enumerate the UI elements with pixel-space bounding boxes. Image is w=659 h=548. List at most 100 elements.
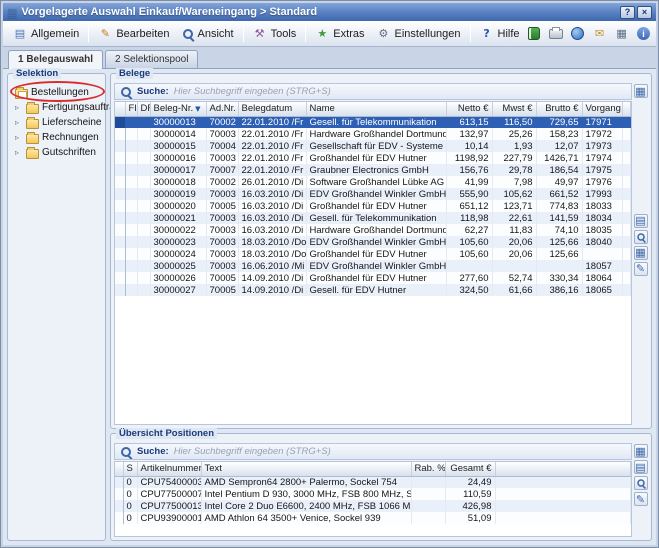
menu-item-label: Bearbeiten [116, 28, 169, 40]
table-row[interactable]: 300000207000516.03.2010 /DiGroßhandel fü… [115, 200, 631, 212]
column-header-brutto[interactable]: Brutto € [536, 102, 582, 116]
table-row[interactable]: 300000257000316.06.2010 /MiEDV Großhande… [115, 260, 631, 272]
cell [125, 116, 137, 128]
sidebar-item-gutschriften[interactable]: ▹Gutschriften [11, 145, 102, 160]
cell: 1198,92 [446, 152, 492, 164]
menu-item-einstellungen[interactable]: ⚙Einstellungen [370, 25, 466, 43]
grid-button[interactable]: ▦ [634, 444, 648, 458]
expand-arrow-icon: ▹ [15, 149, 23, 157]
table-row[interactable]: 300000177000722.01.2010 /FrGraubner Elec… [115, 164, 631, 176]
column-header-belegdatum[interactable]: Belegdatum [238, 102, 306, 116]
table-row[interactable]: 300000247000318.03.2010 /DoGroßhandel fü… [115, 248, 631, 260]
table-row[interactable]: 300000147000322.01.2010 /FrHardware Groß… [115, 128, 631, 140]
table-row[interactable]: 300000197000316.03.2010 /DiEDV Großhande… [115, 188, 631, 200]
info-button[interactable]: i [636, 26, 652, 41]
grid-button[interactable]: ▦ [634, 84, 648, 98]
row-indicator [115, 500, 123, 512]
cell-filler [622, 224, 631, 236]
menu-item-tools[interactable]: ⚒Tools [247, 25, 303, 43]
menu-item-ansicht[interactable]: Ansicht [176, 25, 240, 43]
cell: 132,97 [446, 128, 492, 140]
edit-icon: ✎ [636, 263, 645, 274]
cell: 30000020 [150, 200, 206, 212]
row-indicator [115, 488, 123, 500]
book-button[interactable] [526, 26, 542, 41]
cell: 18057 [582, 260, 622, 272]
column-header-artikelnummer[interactable]: Artikelnummer [137, 462, 201, 476]
table-row[interactable]: 300000217000316.03.2010 /DiGesell. für T… [115, 212, 631, 224]
table-row[interactable]: 0CPU75400003AMD Sempron64 2800+ Palermo,… [115, 476, 631, 488]
table-row[interactable]: 300000167000322.01.2010 /FrGroßhandel fü… [115, 152, 631, 164]
table-row[interactable]: 300000157000422.01.2010 /FrGesellschaft … [115, 140, 631, 152]
search-button[interactable] [634, 476, 648, 490]
menu-item-bearbeiten[interactable]: ✎Bearbeiten [92, 25, 175, 43]
sidebar-item-lieferscheine[interactable]: ▹Lieferscheine [11, 115, 102, 130]
cell [125, 284, 137, 296]
globe-icon [571, 27, 584, 40]
globe-button[interactable] [570, 26, 586, 41]
column-header-gesamt[interactable]: Gesamt € [445, 462, 495, 476]
column-header-s[interactable]: S [123, 462, 137, 476]
belege-search-bar[interactable]: Suche: Hier Suchbegriff eingeben (STRG+S… [114, 83, 632, 100]
edit-button[interactable]: ✎ [634, 262, 648, 276]
grid-button[interactable]: ▦ [634, 246, 648, 260]
sidebar-item-fertigungsauftr-ge[interactable]: ▹Fertigungsaufträge [11, 100, 102, 115]
column-header-text[interactable]: Text [201, 462, 411, 476]
cell: 70003 [206, 152, 238, 164]
column-header-ad-nr[interactable]: Ad.Nr. [206, 102, 238, 116]
edit-icon: ✎ [636, 494, 645, 505]
table-row[interactable]: 300000227000316.03.2010 /DiHardware Groß… [115, 224, 631, 236]
grid-icon: ▦ [635, 446, 645, 457]
cell: 22.01.2010 /Fr [238, 152, 306, 164]
cell: 25,26 [492, 128, 536, 140]
list-button[interactable]: ▤ [634, 214, 648, 228]
table-row[interactable]: 300000277000514.09.2010 /DiGesell. für E… [115, 284, 631, 296]
table-row[interactable]: 0CPU93900001AMD Athlon 64 3500+ Venice, … [115, 512, 631, 524]
cell: 17993 [582, 188, 622, 200]
column-header-beleg-nr[interactable]: Beleg-Nr.▼ [150, 102, 206, 116]
tab-1-belegauswahl[interactable]: 1 Belegauswahl [8, 50, 103, 69]
titlebar[interactable]: ▤ Vorgelagerte Auswahl Einkauf/Wareneing… [3, 3, 656, 21]
column-header-fi[interactable]: FI [125, 102, 137, 116]
cell: 186,54 [536, 164, 582, 176]
search-button[interactable] [634, 230, 648, 244]
column-header-netto[interactable]: Netto € [446, 102, 492, 116]
menu-item-hilfe[interactable]: ?Hilfe [474, 25, 526, 43]
close-button[interactable]: × [637, 6, 652, 19]
sidebar-item-rechnungen[interactable]: ▹Rechnungen [11, 130, 102, 145]
sidebar-item-bestellungen[interactable]: Bestellungen [11, 85, 102, 100]
cell [137, 272, 150, 284]
mail-button[interactable]: ✉ [592, 26, 608, 41]
column-header-dr[interactable]: DR [137, 102, 150, 116]
table-row[interactable]: 300000267000514.09.2010 /DiGroßhandel fü… [115, 272, 631, 284]
table-row[interactable]: 300000187000226.01.2010 /DiSoftware Groß… [115, 176, 631, 188]
column-header-mwst[interactable]: Mwst € [492, 102, 536, 116]
help-button[interactable]: ? [620, 6, 635, 19]
window-frame: ▤ Vorgelagerte Auswahl Einkauf/Wareneing… [3, 3, 656, 545]
edit-button[interactable]: ✎ [634, 492, 648, 506]
cell: 227,79 [492, 152, 536, 164]
cell: 30000024 [150, 248, 206, 260]
column-header-vorgang[interactable]: Vorgang [582, 102, 622, 116]
table-row[interactable]: 300000137000222.01.2010 /FrGesell. für T… [115, 116, 631, 128]
grid-icon: ▦ [635, 86, 645, 97]
tree-item-label: Rechnungen [42, 132, 99, 143]
table-row[interactable]: 0CPU77500007Intel Pentium D 930, 3000 MH… [115, 488, 631, 500]
positionen-search-bar[interactable]: Suche: Hier Suchbegriff eingeben (STRG+S… [114, 443, 632, 460]
column-header-rab[interactable]: Rab. % [411, 462, 445, 476]
cell [137, 128, 150, 140]
list-button[interactable]: ▤ [634, 460, 648, 474]
menu-item-allgemein[interactable]: ▤Allgemein [7, 25, 85, 43]
search-icon [120, 446, 132, 458]
table-row[interactable]: 300000237000318.03.2010 /DoEDV Großhande… [115, 236, 631, 248]
printer-button[interactable] [548, 26, 564, 41]
column-header-name[interactable]: Name [306, 102, 446, 116]
cell: 30000013 [150, 116, 206, 128]
cell: 29,78 [492, 164, 536, 176]
tab-2-selektionspool[interactable]: 2 Selektionspool [105, 50, 198, 68]
menu-item-extras[interactable]: ★Extras [309, 25, 370, 43]
calculator-button[interactable]: ▦ [614, 26, 630, 41]
table-row[interactable]: 0CPU77500013Intel Core 2 Duo E6600, 2400… [115, 500, 631, 512]
cell [137, 248, 150, 260]
cell: Intel Core 2 Duo E6600, 2400 MHz, FSB 10… [201, 500, 411, 512]
